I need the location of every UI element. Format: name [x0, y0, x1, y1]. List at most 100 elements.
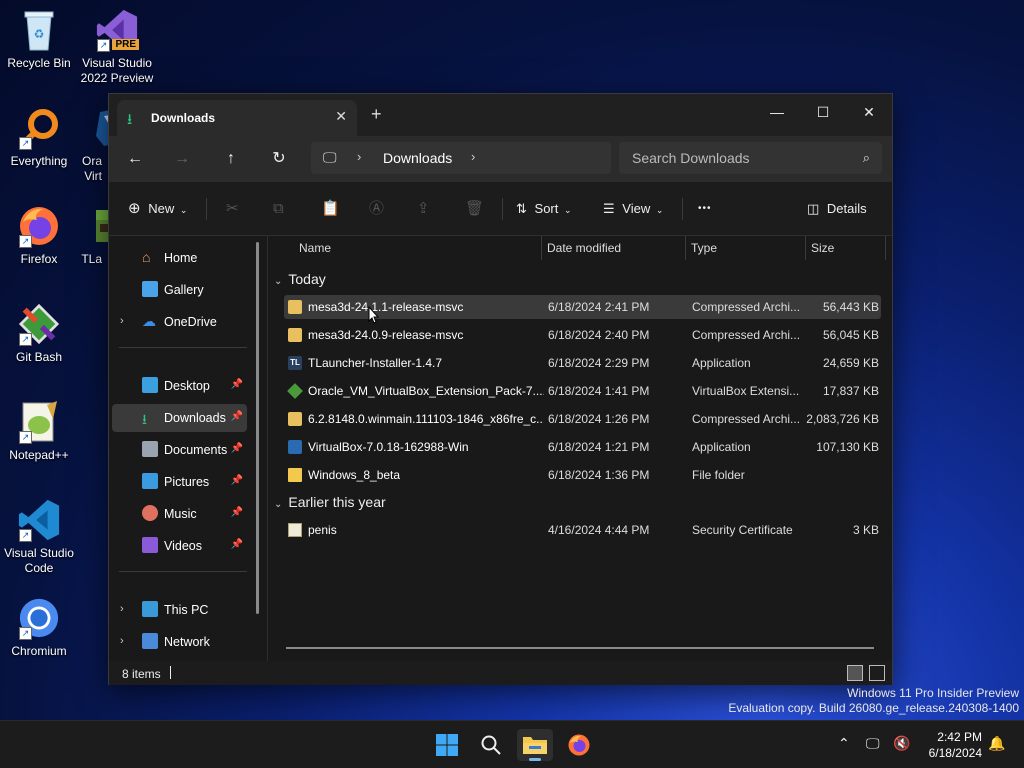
- paste-button[interactable]: 📋: [321, 197, 340, 221]
- windows-logo-icon: [436, 734, 458, 756]
- nav-item-onedrive[interactable]: › ☁ OneDrive: [112, 308, 247, 336]
- file-row[interactable]: 6.2.8148.0.winmain.111103-1846_x86fre_c.…: [284, 407, 881, 431]
- chevron-right-icon[interactable]: ›: [357, 149, 361, 164]
- group-header-earlier-this-year[interactable]: ⌄ Earlier this year: [274, 494, 386, 510]
- nav-item-label: Desktop: [164, 379, 210, 393]
- view-button[interactable]: ☰ View ⌄: [603, 197, 663, 221]
- clock-date: 6/18/2024: [928, 746, 982, 760]
- desktop-icon-git-bash[interactable]: ↗ Git Bash: [0, 302, 78, 365]
- column-divider[interactable]: [885, 236, 886, 260]
- nav-item-videos[interactable]: Videos 📌: [112, 532, 247, 560]
- column-header-date[interactable]: Date modified: [541, 236, 685, 260]
- refresh-button[interactable]: ↻: [264, 146, 294, 172]
- file-date: 6/18/2024 1:21 PM: [548, 440, 650, 454]
- column-header-type[interactable]: Type: [685, 236, 805, 260]
- search-input[interactable]: [619, 142, 882, 174]
- file-explorer-taskbar-button[interactable]: [517, 729, 553, 761]
- desktop-icon-visual-studio-2022[interactable]: PRE ↗ Visual Studio 2022 Preview: [78, 8, 156, 86]
- minimize-button[interactable]: —: [754, 98, 800, 126]
- nav-item-this-pc[interactable]: › This PC: [112, 596, 247, 624]
- horizontal-scrollbar[interactable]: [286, 647, 874, 649]
- system-clock[interactable]: 2:42 PM 6/18/2024: [929, 729, 982, 761]
- desktop-icon-chromium[interactable]: ↗ Chromium: [0, 596, 78, 659]
- firefox-taskbar-button[interactable]: [561, 729, 597, 761]
- cut-button[interactable]: ✂: [226, 197, 239, 221]
- forward-button[interactable]: →: [167, 146, 197, 172]
- pin-icon[interactable]: 📌: [231, 475, 243, 486]
- file-name: TLauncher-Installer-1.4.7: [308, 356, 443, 370]
- copy-button[interactable]: ⧉: [273, 197, 284, 221]
- details-button[interactable]: ◫ Details: [807, 197, 867, 221]
- nav-item-pictures[interactable]: Pictures 📌: [112, 468, 247, 496]
- sort-button[interactable]: ⇅ Sort ⌄: [516, 197, 572, 221]
- back-button[interactable]: ←: [120, 146, 150, 172]
- desktop-icon-notepad-plus-plus[interactable]: ↗ Notepad++: [0, 400, 78, 463]
- close-window-button[interactable]: ✕: [846, 98, 892, 126]
- column-header-size[interactable]: Size: [805, 236, 885, 260]
- new-tab-button[interactable]: +: [371, 104, 382, 125]
- vbox-ext-icon: [287, 383, 303, 399]
- tiles-view-toggle-icon[interactable]: [869, 665, 885, 681]
- details-view-toggle-icon[interactable]: [847, 665, 863, 681]
- nav-pane-scrollbar[interactable]: [256, 242, 259, 614]
- title-bar[interactable]: ⭳ Downloads ✕ + — ☐ ✕: [109, 94, 892, 136]
- desktop-icon-label: TLa: [81, 252, 102, 266]
- file-row[interactable]: VirtualBox-7.0.18-162988-Win 6/18/2024 1…: [284, 435, 881, 459]
- watermark-build: Evaluation copy. Build 26080.ge_release.…: [728, 701, 1019, 715]
- nav-item-downloads[interactable]: ⭳ Downloads 📌: [112, 404, 247, 432]
- group-header-today[interactable]: ⌄ Today: [274, 271, 326, 287]
- desktop-icon-tlauncher[interactable]: TLa: [62, 204, 108, 267]
- git-bash-icon: ↗: [17, 302, 61, 346]
- breadcrumb-downloads[interactable]: Downloads: [383, 150, 452, 166]
- pin-icon[interactable]: 📌: [231, 443, 243, 454]
- chevron-down-icon: ⌄: [274, 276, 283, 287]
- up-button[interactable]: ↑: [216, 146, 246, 172]
- nav-item-network[interactable]: › Network: [112, 628, 247, 656]
- file-row[interactable]: TL TLauncher-Installer-1.4.7 6/18/2024 2…: [284, 351, 881, 375]
- desktop-icon-oracle-virtualbox[interactable]: Ora Virt: [62, 106, 108, 184]
- volume-muted-icon[interactable]: 🔇: [893, 735, 910, 752]
- virtualbox-icon: [288, 440, 302, 454]
- cloud-icon: ☁: [142, 313, 156, 329]
- desktop-icon-label: Visual Studio 2022 Preview: [80, 56, 154, 85]
- new-button[interactable]: ⊕ New ⌄: [128, 197, 187, 221]
- nav-item-gallery[interactable]: Gallery: [112, 276, 247, 304]
- chevron-right-icon[interactable]: ›: [471, 149, 475, 164]
- file-row[interactable]: Oracle_VM_VirtualBox_Extension_Pack-7...…: [284, 379, 881, 403]
- expand-chevron-icon[interactable]: ›: [120, 603, 124, 615]
- nav-item-desktop[interactable]: Desktop 📌: [112, 372, 247, 400]
- start-button[interactable]: [429, 729, 465, 761]
- nav-item-music[interactable]: Music 📌: [112, 500, 247, 528]
- close-tab-icon[interactable]: ✕: [335, 108, 347, 125]
- details-pane-icon: ◫: [807, 201, 820, 216]
- expand-chevron-icon[interactable]: ›: [120, 315, 124, 327]
- pin-icon[interactable]: 📌: [231, 507, 243, 518]
- delete-button[interactable]: 🗑: [465, 197, 484, 221]
- desktop-icon-label: Ora Virt: [81, 154, 102, 183]
- firefox-icon: ↗: [17, 204, 61, 248]
- pin-icon[interactable]: 📌: [231, 379, 243, 390]
- show-hidden-icons-chevron-up-icon[interactable]: ⌃: [838, 735, 850, 752]
- search-button[interactable]: [473, 729, 509, 761]
- file-row[interactable]: Windows_8_beta 6/18/2024 1:36 PM File fo…: [284, 463, 881, 487]
- file-date: 4/16/2024 4:44 PM: [548, 523, 650, 537]
- pin-icon[interactable]: 📌: [231, 539, 243, 550]
- desktop-icon-vscode[interactable]: ↗ Visual Studio Code: [0, 498, 78, 576]
- file-row[interactable]: penis 4/16/2024 4:44 PM Security Certifi…: [284, 518, 881, 542]
- expand-chevron-icon[interactable]: ›: [120, 635, 124, 647]
- rename-button[interactable]: Ⓐ: [369, 197, 384, 221]
- address-bar[interactable]: 🖵 › Downloads ›: [311, 142, 611, 174]
- column-header-name[interactable]: Name: [293, 236, 533, 260]
- search-box[interactable]: ⌕: [619, 142, 882, 174]
- sort-icon: ⇅: [516, 201, 527, 216]
- nav-item-documents[interactable]: Documents 📌: [112, 436, 247, 464]
- maximize-button[interactable]: ☐: [800, 98, 846, 126]
- nav-item-home[interactable]: ⌂ Home: [112, 244, 247, 272]
- share-button[interactable]: ⇪: [417, 197, 430, 221]
- tab-downloads[interactable]: ⭳ Downloads ✕: [117, 100, 357, 136]
- more-options-button[interactable]: •••: [698, 197, 712, 221]
- pin-icon[interactable]: 📌: [231, 411, 243, 422]
- notification-bell-icon[interactable]: 🔔: [988, 735, 1005, 752]
- network-status-icon[interactable]: 🖵: [866, 735, 880, 752]
- desktop-icon-recycle-bin[interactable]: ♻ Recycle Bin: [0, 8, 78, 71]
